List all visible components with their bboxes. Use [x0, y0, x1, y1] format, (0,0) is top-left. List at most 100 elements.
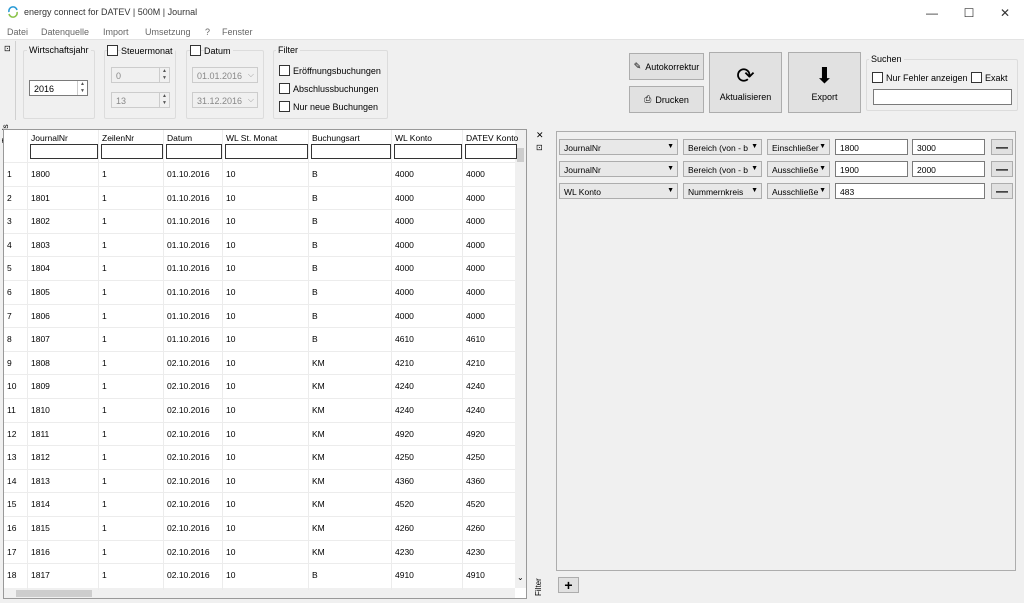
search-input[interactable]	[873, 89, 1012, 105]
filter-value-to-input[interactable]: 2000	[912, 161, 985, 177]
menu-fenster[interactable]: Fenster	[222, 27, 253, 37]
column-header[interactable]: Datum	[167, 133, 192, 143]
column-header[interactable]: Buchungsart	[312, 133, 360, 143]
column-divider	[222, 130, 223, 590]
autokorrektur-button[interactable]: ✎ Autokorrektur	[629, 53, 704, 80]
steuermonat-from-stepper[interactable]: 0 ▲ ▼	[111, 67, 170, 83]
scroll-thumb[interactable]	[16, 590, 92, 597]
minimize-icon: —	[926, 5, 938, 20]
nur-fehler-checkbox[interactable]	[872, 72, 883, 83]
steuermonat-to-stepper[interactable]: 13 ▲ ▼	[111, 92, 170, 108]
filter-value-input[interactable]: 483	[835, 183, 985, 199]
filter-value-from-input[interactable]: 1900	[835, 161, 908, 177]
filter-operator-select[interactable]: Bereich (von - b ▼	[683, 161, 762, 177]
menu-help[interactable]: ?	[205, 27, 210, 37]
table-cell: B	[312, 334, 318, 345]
steuermonat-label: Steuermonat	[121, 46, 175, 56]
menu-import[interactable]: Import	[103, 27, 129, 37]
add-filter-button[interactable]: +	[558, 577, 579, 593]
suchen-label: Suchen	[869, 54, 904, 64]
close-icon[interactable]: ✕	[536, 130, 544, 141]
table-cell: 4250	[395, 452, 414, 463]
vertical-scrollbar[interactable]: ⌄	[515, 130, 526, 588]
menu-umsetzung[interactable]: Umsetzung	[145, 27, 191, 37]
dropdown-arrow-icon: ▼	[667, 187, 674, 194]
table-cell: 4230	[466, 546, 485, 557]
eroeffnungsbuchungen-checkbox[interactable]	[279, 65, 290, 76]
remove-filter-button[interactable]: —	[991, 183, 1013, 199]
table-cell: 10	[226, 381, 236, 392]
filter-field-select[interactable]: WL Konto ▼	[559, 183, 678, 199]
abschlussbuchungen-checkbox[interactable]	[279, 83, 290, 94]
filter-operator-select-value: Nummernkreis	[688, 187, 744, 197]
table-cell: 01.10.2016	[167, 287, 210, 297]
column-filter-input[interactable]	[394, 144, 462, 159]
stepper-arrows-icon[interactable]: ▲ ▼	[77, 81, 87, 95]
datum-checkbox[interactable]	[190, 45, 201, 56]
table-cell: 10	[226, 334, 236, 345]
table-cell: 02.10.2016	[167, 405, 210, 415]
table-cell: 1816	[31, 546, 50, 557]
filter-field-select[interactable]: JournalNr ▼	[559, 139, 678, 155]
filter-operator-select[interactable]: Nummernkreis ▼	[683, 183, 762, 199]
remove-filter-button[interactable]: —	[991, 161, 1013, 177]
table-cell: 4000	[466, 169, 485, 179]
filter-field-select[interactable]: JournalNr ▼	[559, 161, 678, 177]
table-cell: 4000	[395, 169, 414, 179]
nur-neue-buchungen-checkbox[interactable]	[279, 101, 290, 112]
steuermonat-checkbox[interactable]	[107, 45, 118, 56]
horizontal-scrollbar[interactable]	[4, 588, 515, 598]
aktualisieren-button[interactable]: ⟳ Aktualisieren	[709, 52, 782, 113]
table-cell: 1802	[31, 216, 50, 227]
datum-to-picker[interactable]: 31.12.2016 ⌵	[192, 92, 258, 108]
remove-filter-button[interactable]: —	[991, 139, 1013, 155]
datum-from-picker[interactable]: 01.01.2016 ⌵	[192, 67, 258, 83]
table-cell: B	[312, 310, 318, 321]
row-divider	[4, 516, 515, 517]
column-header[interactable]: WL St. Monat	[226, 133, 277, 143]
chevron-down-icon[interactable]: ⌄	[517, 573, 524, 582]
column-filter-input[interactable]	[311, 144, 391, 159]
filter-mode-select[interactable]: Ausschließe ▼	[767, 183, 830, 199]
column-filter-input[interactable]	[101, 144, 163, 159]
column-filter-input[interactable]	[225, 144, 308, 159]
filter-mode-select[interactable]: Ausschließe ▼	[767, 161, 830, 177]
stepper-arrows-icon[interactable]: ▲ ▼	[159, 93, 169, 107]
exakt-checkbox[interactable]	[971, 72, 982, 83]
filter-panel-tab[interactable]: ✕ ⊡ Filter	[532, 129, 547, 600]
column-filter-input[interactable]	[30, 144, 98, 159]
stepper-arrows-icon[interactable]: ▲ ▼	[159, 68, 169, 82]
table-cell: 02.10.2016	[167, 570, 210, 581]
filter-value-from-input[interactable]: 1800	[835, 139, 908, 155]
wirtschaftsjahr-stepper[interactable]: 2016 ▲ ▼	[29, 80, 88, 96]
table-cell: 1803	[31, 239, 50, 250]
datum-from-value: 01.01.2016	[197, 71, 243, 81]
scroll-thumb[interactable]	[517, 148, 524, 162]
menu-datenquelle[interactable]: Datenquelle	[41, 27, 89, 37]
filter-value-to-input[interactable]: 3000	[912, 139, 985, 155]
table-cell: 4000	[395, 216, 414, 227]
steuermonat-to-value: 13	[116, 96, 127, 106]
menu-datei[interactable]: Datei	[7, 27, 28, 37]
column-header[interactable]: DATEV Konto	[466, 133, 518, 143]
export-button[interactable]: ⬇ Export	[788, 52, 861, 113]
table-cell: 01.10.2016	[167, 239, 210, 250]
close-button[interactable]: ✕	[986, 0, 1024, 25]
minimize-button[interactable]: —	[913, 0, 951, 25]
window-title: energy connect for DATEV | 500M | Journa…	[24, 7, 198, 17]
table-cell: KM	[312, 428, 325, 439]
table-cell: 4260	[466, 523, 485, 533]
filter-mode-select[interactable]: Einschließer ▼	[767, 139, 830, 155]
pin-icon[interactable]: ⊡	[4, 44, 11, 53]
column-header[interactable]: JournalNr	[31, 133, 68, 143]
column-filter-input[interactable]	[166, 144, 222, 159]
column-header[interactable]: WL Konto	[395, 133, 432, 143]
tools-panel-tab[interactable]: ⊡ Tools	[0, 41, 16, 143]
maximize-button[interactable]: ☐	[950, 0, 988, 25]
filter-operator-select[interactable]: Bereich (von - b ▼	[683, 139, 762, 155]
column-filter-input[interactable]	[465, 144, 517, 159]
drucken-button[interactable]: ⎙ Drucken	[629, 86, 704, 113]
column-header[interactable]: ZeilenNr	[102, 133, 134, 143]
pin-icon[interactable]: ⊡	[536, 143, 543, 152]
table-cell: 1800	[31, 169, 50, 179]
